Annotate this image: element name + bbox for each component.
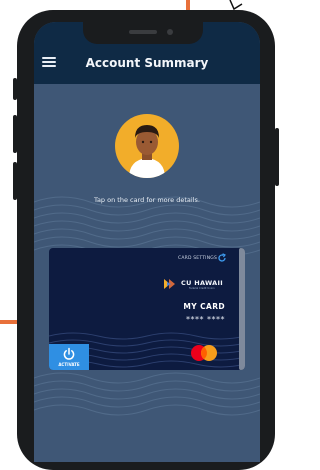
phone-notch — [83, 22, 203, 44]
brand-mark-icon — [164, 279, 175, 289]
card-name: MY CARD — [183, 302, 225, 311]
cu-hawaii-logo: CU HAWAII Federal Credit Union — [163, 278, 225, 292]
phone-side-button — [13, 78, 17, 100]
user-avatar-icon — [129, 125, 165, 178]
power-icon — [63, 347, 75, 360]
app-screen: Account Summary Tap on the card for more… — [34, 22, 260, 462]
decorative-stroke — [0, 320, 18, 324]
card-number: **** **** — [185, 315, 225, 324]
refresh-icon[interactable] — [217, 253, 227, 263]
card-settings-link[interactable]: CARD SETTINGS — [178, 256, 217, 261]
mastercard-logo-icon — [191, 345, 217, 361]
next-card-edge[interactable] — [239, 248, 245, 370]
decorative-arrow-icon — [229, 0, 243, 10]
debit-card[interactable]: CARD SETTINGS CU HAWAII Federal Credit U… — [49, 248, 245, 370]
card-hint-text: Tap on the card for more details. — [94, 196, 200, 204]
phone-side-button — [13, 162, 17, 200]
front-camera — [167, 29, 173, 35]
phone-side-button — [275, 128, 279, 186]
activate-button[interactable]: ACTIVATE — [49, 344, 89, 370]
avatar[interactable] — [115, 114, 179, 178]
phone-side-button — [13, 115, 17, 153]
page-title: Account Summary — [85, 56, 209, 70]
speaker-grille — [129, 30, 157, 34]
